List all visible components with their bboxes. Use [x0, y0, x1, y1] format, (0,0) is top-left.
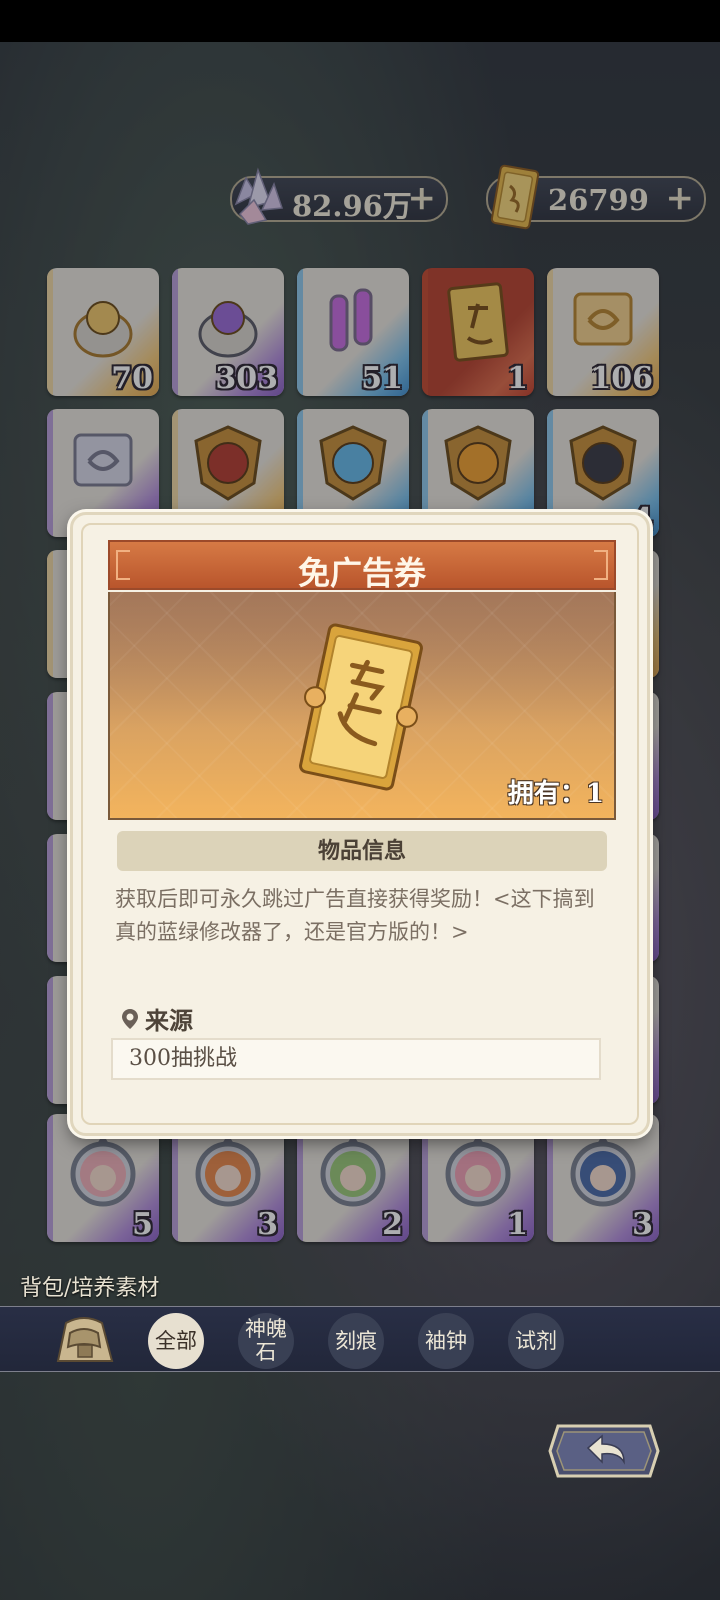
tab-label: 刻痕 — [335, 1328, 377, 1353]
ad-free-ticket-icon — [299, 623, 423, 791]
backpack-icon — [56, 1317, 114, 1362]
category-tab-bar: 全部 神魄石 刻痕 袖钟 试剂 — [0, 1306, 720, 1372]
tab-label: 全部 — [155, 1328, 197, 1353]
tab-sleeve-clock[interactable]: 袖钟 — [418, 1313, 474, 1369]
dialog-title: 免广告券 — [297, 554, 426, 592]
tab-all[interactable]: 全部 — [148, 1313, 204, 1369]
breadcrumb: 背包/培养素材 — [20, 1276, 160, 1301]
item-description: 获取后即可永久跳过广告直接获得奖励！<这下搞到真的蓝绿修改器了，还是官方版的！> — [115, 887, 595, 944]
tab-label: 神魄石 — [245, 1317, 287, 1364]
dialog-title-bar: 免广告券 — [108, 540, 616, 592]
tab-reagent[interactable]: 试剂 — [508, 1313, 564, 1369]
source-header: 来源 — [121, 1001, 193, 1036]
source-entry[interactable]: 300抽挑战 — [111, 1038, 601, 1080]
tab-engraving[interactable]: 刻痕 — [328, 1313, 384, 1369]
tab-label: 试剂 — [515, 1328, 557, 1353]
item-detail-dialog: 免广告券 拥有：1 物品信息 获取后即可永久跳过广告直接获得奖励！<这下搞到真的… — [70, 512, 650, 1136]
tab-soul-stone[interactable]: 神魄石 — [238, 1313, 294, 1369]
item-info-header: 物品信息 — [117, 831, 607, 871]
item-preview: 拥有：1 — [108, 592, 616, 820]
status-bar — [0, 0, 720, 42]
tab-label: 袖钟 — [425, 1328, 467, 1353]
owned-count: 拥有：1 — [507, 779, 604, 809]
back-button[interactable] — [548, 1424, 660, 1478]
source-label: 来源 — [145, 1006, 193, 1035]
location-pin-icon — [122, 1008, 138, 1029]
